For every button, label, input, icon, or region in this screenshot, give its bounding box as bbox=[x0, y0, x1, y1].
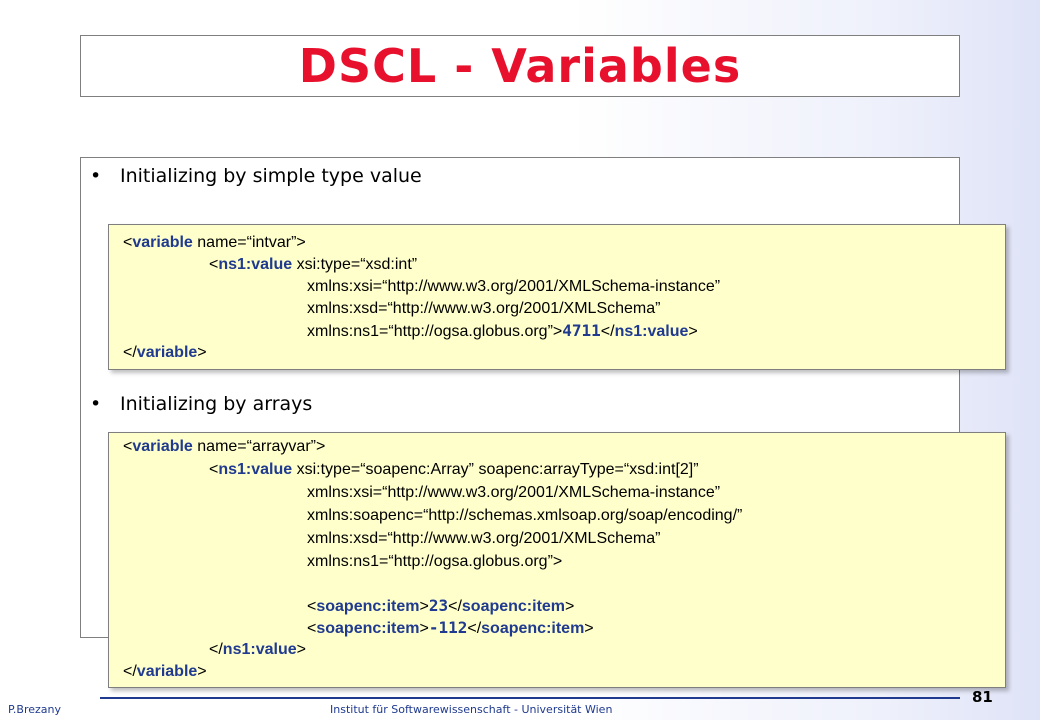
code-text: > bbox=[419, 598, 429, 615]
title-box: DSCL - Variables bbox=[80, 35, 960, 97]
code-text: > bbox=[584, 620, 594, 637]
code-line: xmlns:xsi=“http://www.w3.org/2001/XMLSch… bbox=[307, 484, 721, 501]
slide-title: DSCL - Variables bbox=[298, 39, 742, 93]
code-text: > bbox=[688, 323, 698, 340]
code-text: < bbox=[307, 620, 317, 637]
code-text: </ bbox=[123, 344, 137, 361]
code-text: </ bbox=[448, 598, 462, 615]
code-block-arrayvar: <variable name=“arrayvar”> <ns1:value xs… bbox=[108, 432, 1006, 688]
code-text: > bbox=[565, 598, 575, 615]
code-text: name=“arrayvar”> bbox=[192, 438, 326, 455]
code-text: < bbox=[209, 461, 219, 478]
code-keyword: ns1:value bbox=[218, 256, 293, 273]
code-text: < bbox=[209, 256, 219, 273]
code-line: </variable> bbox=[123, 342, 207, 364]
code-text: xmlns:ns1=“http://ogsa.globus.org”> bbox=[307, 323, 563, 340]
code-text: < bbox=[123, 438, 133, 455]
code-text: xsi:type=“soapenc:Array” soapenc:arrayTy… bbox=[292, 461, 699, 478]
code-line: </variable> bbox=[123, 661, 207, 683]
code-line: <variable name=“arrayvar”> bbox=[123, 436, 325, 458]
code-line: </ns1:value> bbox=[209, 639, 306, 661]
page-number: 81 bbox=[972, 688, 993, 706]
bullet-dot: • bbox=[90, 165, 102, 187]
code-line: xmlns:xsd=“http://www.w3.org/2001/XMLSch… bbox=[307, 530, 661, 547]
code-keyword: ns1:value bbox=[218, 461, 293, 478]
code-text: </ bbox=[209, 641, 223, 658]
code-keyword: variable bbox=[132, 438, 193, 455]
code-text: < bbox=[123, 234, 133, 251]
code-keyword: soapenc:item bbox=[481, 620, 585, 637]
code-keyword: soapenc:item bbox=[461, 598, 566, 615]
code-line: xmlns:soapenc=“http://schemas.xmlsoap.or… bbox=[307, 507, 743, 524]
code-keyword: variable bbox=[136, 344, 198, 361]
code-line: xmlns:ns1=“http://ogsa.globus.org”>4711<… bbox=[307, 320, 698, 342]
code-keyword: ns1:value bbox=[222, 641, 297, 658]
code-keyword: variable bbox=[132, 234, 193, 251]
code-line: <variable name=“intvar”> bbox=[123, 232, 306, 254]
code-text: < bbox=[307, 598, 317, 615]
code-text: > bbox=[419, 620, 429, 637]
code-keyword: ns1:value bbox=[614, 323, 689, 340]
code-line: xmlns:xsd=“http://www.w3.org/2001/XMLSch… bbox=[307, 300, 661, 317]
code-line: <soapenc:item>-112</soapenc:item> bbox=[307, 617, 594, 639]
code-text: > bbox=[197, 344, 207, 361]
code-line: <soapenc:item>23</soapenc:item> bbox=[307, 595, 574, 617]
code-text: > bbox=[197, 663, 207, 680]
footer-rule bbox=[100, 697, 960, 699]
code-line: <ns1:value xsi:type=“soapenc:Array” soap… bbox=[209, 459, 699, 481]
footer-author: P.Brezany bbox=[8, 703, 62, 716]
code-text: > bbox=[296, 641, 306, 658]
code-text: </ bbox=[467, 620, 482, 637]
code-keyword: soapenc:item bbox=[316, 598, 420, 615]
code-text: </ bbox=[123, 663, 137, 680]
bullet-dot: • bbox=[90, 393, 102, 415]
code-block-intvar: <variable name=“intvar”> <ns1:value xsi:… bbox=[108, 224, 1006, 370]
code-text: xsi:type=“xsd:int” bbox=[292, 256, 418, 273]
code-keyword: variable bbox=[136, 663, 198, 680]
code-keyword: soapenc:item bbox=[316, 620, 420, 637]
code-value: -112 bbox=[428, 618, 468, 637]
code-text: name=“intvar”> bbox=[192, 234, 306, 251]
code-line: <ns1:value xsi:type=“xsd:int” bbox=[209, 254, 417, 276]
bullet-text: Initializing by simple type value bbox=[120, 165, 422, 187]
code-line: xmlns:xsi=“http://www.w3.org/2001/XMLSch… bbox=[307, 278, 721, 295]
footer-institute: Institut für Softwarewissenschaft - Univ… bbox=[330, 703, 613, 716]
code-line: xmlns:ns1=“http://ogsa.globus.org”> bbox=[307, 553, 563, 570]
code-value: 23 bbox=[428, 596, 449, 615]
code-text: </ bbox=[600, 323, 615, 340]
code-value: 4711 bbox=[562, 321, 601, 340]
bullet-text: Initializing by arrays bbox=[120, 393, 313, 415]
